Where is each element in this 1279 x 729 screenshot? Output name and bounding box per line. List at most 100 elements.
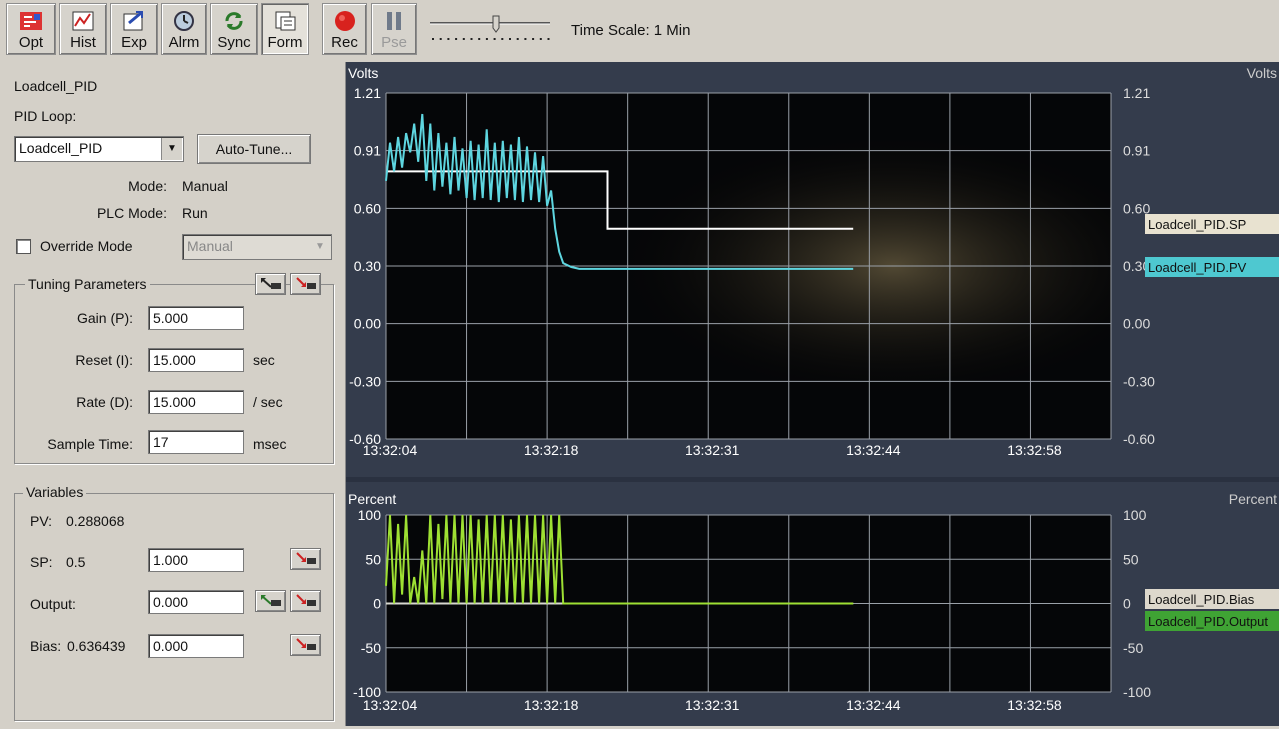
- slider-tick: [547, 38, 550, 40]
- write-bias-button[interactable]: [290, 634, 321, 656]
- x-tick-label: 13:32:04: [363, 442, 418, 458]
- slider-tick: [516, 38, 519, 40]
- y-axis-title-right: Percent: [1229, 491, 1277, 507]
- y-tick-label-right: 1.21: [1123, 85, 1150, 101]
- sp-value: 0.5: [66, 554, 86, 570]
- pid-loop-select[interactable]: Loadcell_PID ▼: [14, 136, 184, 162]
- y-tick-label: 1.21: [354, 85, 381, 101]
- history-icon: [72, 11, 94, 31]
- plc-mode-value: Run: [182, 205, 208, 221]
- output-input[interactable]: 0.000: [148, 590, 244, 614]
- sync-button[interactable]: Sync: [210, 3, 258, 55]
- opt-button[interactable]: Opt: [6, 3, 56, 55]
- sample-time-input[interactable]: 17: [148, 430, 244, 454]
- time-scale-label: Time Scale: 1 Min: [571, 22, 691, 39]
- slider-tick: [501, 38, 504, 40]
- tuning-parameters-title: Tuning Parameters: [25, 276, 150, 292]
- rec-button[interactable]: Rec: [322, 3, 367, 55]
- sample-time-label: Sample Time:: [47, 436, 133, 452]
- bias-input[interactable]: 0.000: [148, 634, 244, 658]
- x-tick-label: 13:32:18: [524, 442, 579, 458]
- options-icon: [20, 12, 42, 30]
- slider-tick: [470, 38, 473, 40]
- arrow-right-icon: [295, 277, 316, 289]
- arrow-left-icon: [260, 278, 281, 289]
- write-tuning-button[interactable]: [290, 273, 321, 295]
- load-output-button[interactable]: [255, 590, 286, 612]
- y-tick-label: 0.30: [354, 258, 381, 274]
- gain-label: Gain (P):: [76, 310, 133, 326]
- y-axis-title: Percent: [348, 491, 396, 507]
- alrm-button[interactable]: Alrm: [161, 3, 207, 55]
- mode-label: Mode:: [128, 178, 167, 194]
- y-tick-label-right: -100: [1123, 684, 1151, 700]
- reset-input[interactable]: 15.000: [148, 348, 244, 372]
- volts-chart: Volts Volts 1.21 1.21 0.91 0.91 0.60 0.60 0.30 0.…: [346, 62, 1279, 477]
- panel-title: Loadcell_PID: [14, 78, 98, 94]
- slider-tick: [539, 38, 542, 40]
- hist-button[interactable]: Hist: [59, 3, 107, 55]
- pause-icon: [387, 12, 401, 30]
- rate-unit: / sec: [253, 394, 283, 410]
- chevron-down-icon[interactable]: ▼: [161, 138, 182, 160]
- write-output-button[interactable]: [290, 590, 321, 612]
- slider-tick: [485, 38, 488, 40]
- y-tick-label-right: 0: [1123, 596, 1131, 612]
- y-tick-label: 0.60: [354, 200, 381, 216]
- y-tick-label: 50: [365, 551, 381, 567]
- pid-loop-label: PID Loop:: [14, 108, 77, 124]
- gain-input[interactable]: 5.000: [148, 306, 244, 330]
- slider-tick: [462, 38, 465, 40]
- x-tick-label: 13:32:18: [524, 697, 579, 713]
- slider-tick: [432, 38, 434, 40]
- bias-value: 0.636439: [67, 638, 126, 654]
- y-tick-label-right: 100: [1123, 507, 1147, 523]
- auto-tune-button[interactable]: Auto-Tune...: [197, 134, 311, 164]
- slider-tick: [455, 38, 458, 40]
- y-axis-title: Volts: [348, 65, 378, 81]
- x-tick-label: 13:32:58: [1007, 697, 1062, 713]
- mode-value: Manual: [182, 178, 228, 194]
- y-tick-label: 100: [358, 507, 382, 523]
- y-tick-label: -50: [361, 640, 381, 656]
- y-tick-label-right: -50: [1123, 640, 1143, 656]
- time-scale-slider[interactable]: [428, 8, 552, 48]
- sample-time-unit: msec: [253, 436, 287, 452]
- exp-button[interactable]: Exp: [110, 3, 158, 55]
- slider-thumb-shape: [492, 15, 500, 33]
- slider-tick: [493, 38, 496, 40]
- chevron-down-icon: ▼: [315, 241, 325, 252]
- rate-input[interactable]: 15.000: [148, 390, 244, 414]
- legend-label: Loadcell_PID.Bias: [1148, 592, 1255, 607]
- legend-label: Loadcell_PID.SP: [1148, 217, 1246, 232]
- y-tick-label-right: 0.91: [1123, 143, 1150, 159]
- pse-button[interactable]: Pse: [371, 3, 417, 55]
- slider-tick: [524, 38, 527, 40]
- slider-thumb[interactable]: [492, 15, 500, 33]
- write-sp-button[interactable]: [290, 548, 321, 570]
- export-icon: [123, 11, 143, 31]
- y-tick-label-right: 50: [1123, 551, 1139, 567]
- pid-panel: Loadcell_PID PID Loop: Loadcell_PID ▼ Au…: [0, 62, 346, 726]
- form-button[interactable]: Form: [261, 3, 309, 55]
- legend-label: Loadcell_PID.PV: [1148, 260, 1247, 275]
- x-tick-label: 13:32:31: [685, 442, 740, 458]
- override-mode-select[interactable]: Manual ▼: [182, 234, 332, 260]
- reset-label: Reset (I):: [75, 352, 133, 368]
- arrow-right-icon: [295, 638, 316, 650]
- override-mode-label: Override Mode: [40, 238, 133, 254]
- x-tick-label: 13:32:04: [363, 697, 418, 713]
- load-tuning-button[interactable]: [255, 273, 286, 295]
- x-tick-label: 13:32:44: [846, 697, 901, 713]
- sp-input[interactable]: 1.000: [148, 548, 244, 572]
- sp-label: SP:: [30, 554, 53, 570]
- trend-chart-svg: Volts Volts 1.21 1.21 0.91 0.91 0.60 0.60 0.30 0.…: [346, 62, 1279, 726]
- slider-tick: [509, 38, 511, 40]
- y-tick-label-right: 0.60: [1123, 200, 1150, 216]
- legend-label: Loadcell_PID.Output: [1148, 614, 1268, 629]
- slider-tick: [439, 38, 442, 40]
- toolbar: Opt Hist Exp Alrm Sync Form Rec Pse Time…: [0, 0, 1279, 63]
- x-tick-label: 13:32:58: [1007, 442, 1062, 458]
- override-mode-checkbox[interactable]: [16, 239, 31, 254]
- output-label: Output:: [30, 596, 76, 612]
